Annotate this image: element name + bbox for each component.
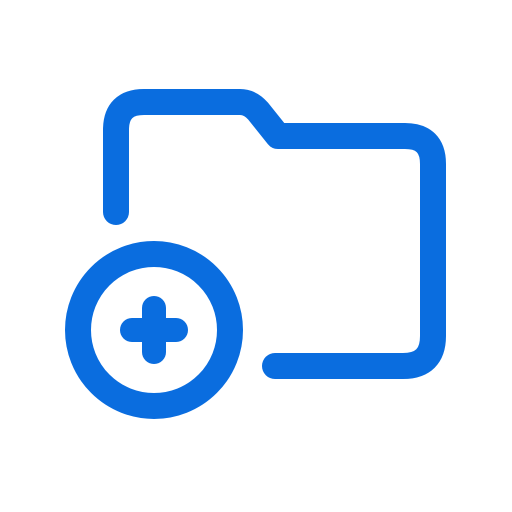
folder-add-icon-container — [0, 0, 512, 512]
folder-add-icon — [65, 89, 446, 419]
plus-icon — [120, 296, 188, 364]
